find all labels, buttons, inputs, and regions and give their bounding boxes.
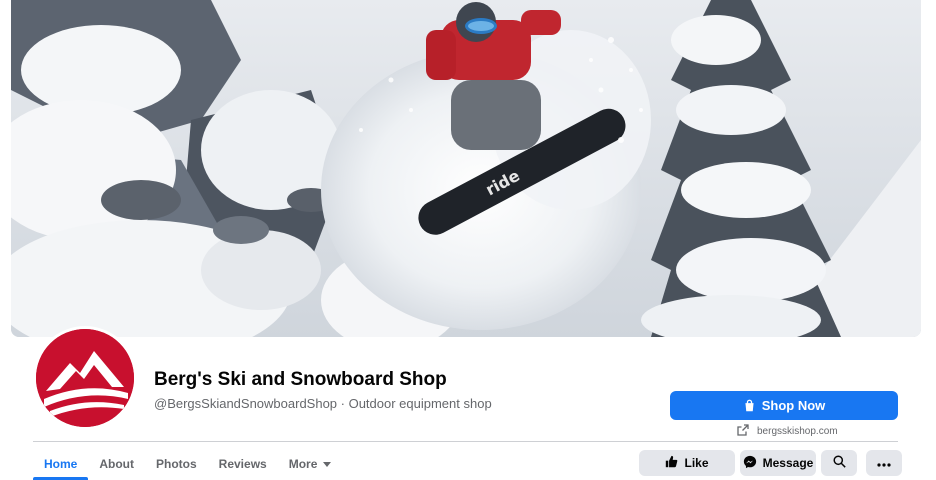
mountain-logo-icon [36, 329, 134, 427]
message-label: Message [762, 456, 814, 470]
tab-photos-label: Photos [156, 456, 197, 471]
messenger-icon [743, 455, 757, 472]
tab-reviews-label: Reviews [218, 456, 267, 471]
snowboarder-cover-image: ride [11, 0, 921, 337]
header-divider [33, 441, 898, 442]
tab-home-label: Home [44, 456, 78, 471]
caret-down-icon [323, 457, 332, 471]
tab-reviews[interactable]: Reviews [208, 449, 278, 478]
page-handle-category: @BergsSkiandSnowboardShop · Outdoor equi… [154, 396, 492, 411]
like-button[interactable]: Like [639, 450, 735, 476]
shopping-bag-icon [743, 399, 756, 412]
website-label: bergsskishop.com [757, 426, 838, 437]
profile-picture[interactable] [33, 326, 137, 430]
page-title: Berg's Ski and Snowboard Shop [154, 369, 447, 390]
tab-photos[interactable]: Photos [145, 449, 208, 478]
like-label: Like [684, 456, 709, 470]
cover-photo[interactable]: ride [11, 0, 921, 337]
shop-now-button[interactable]: Shop Now [670, 391, 898, 420]
page-search-button[interactable] [821, 450, 857, 476]
page-tabs: Home About Photos Reviews More [33, 449, 342, 480]
website-link[interactable]: bergsskishop.com [737, 424, 838, 439]
tab-about[interactable]: About [88, 449, 145, 478]
tab-about-label: About [99, 456, 134, 471]
search-icon [832, 455, 846, 471]
more-options-button[interactable] [866, 450, 902, 476]
tab-home[interactable]: Home [33, 449, 89, 480]
message-button[interactable]: Message [740, 450, 816, 476]
tab-more[interactable]: More [278, 449, 343, 478]
thumbs-up-icon [665, 455, 678, 471]
more-dots-icon [877, 456, 891, 470]
page-actions: Like Message [639, 450, 902, 476]
external-link-icon [737, 424, 749, 439]
shop-now-label: Shop Now [761, 398, 826, 413]
tab-more-label: More [288, 456, 318, 471]
